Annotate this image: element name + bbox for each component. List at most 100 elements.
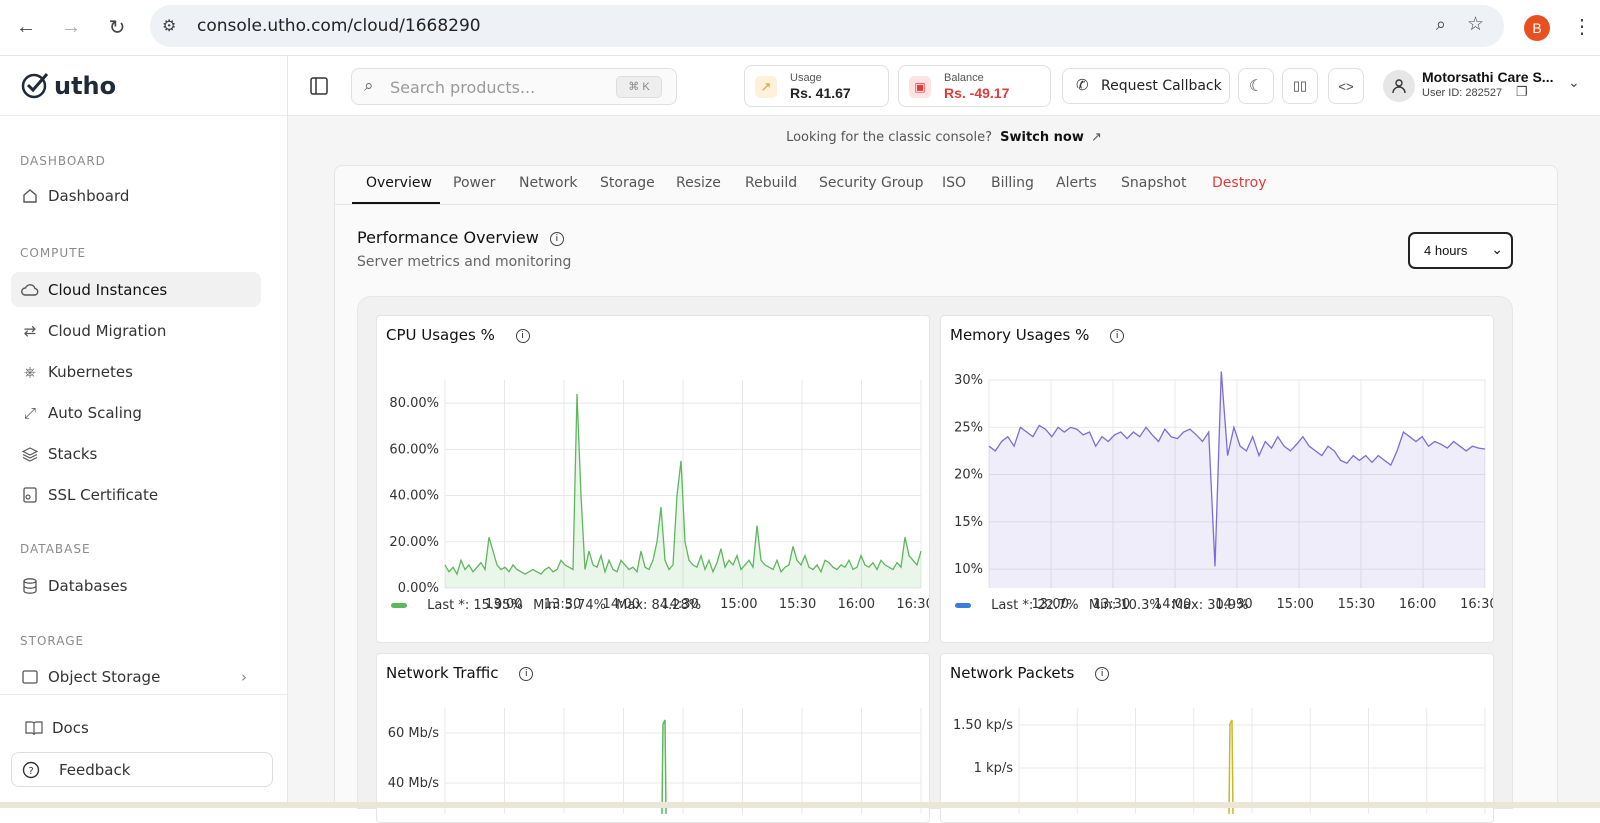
api-button[interactable]: <>	[1328, 68, 1364, 104]
sidebar-item-cloud-migration[interactable]: ⇄ Cloud Migration	[11, 313, 261, 348]
search-input[interactable]: ⌕ Search products... ⌘ K	[351, 68, 677, 105]
network-traffic-plot[interactable]: 60 Mb/s 40 Mb/s	[377, 684, 929, 814]
phone-icon: ✆	[1076, 77, 1089, 94]
balance-label: Balance	[944, 72, 984, 84]
feedback-button[interactable]: ? Feedback	[11, 752, 273, 787]
sidebar-item-databases[interactable]: Databases	[11, 568, 261, 603]
memory-chart-plot[interactable]: 10%15%20%25%30%13:00 13:30 14:00 14:30 15:00…	[941, 346, 1493, 636]
sidebar-item-ssl-certificate[interactable]: SSL Certificate	[11, 477, 261, 512]
section-compute: COMPUTE	[20, 246, 87, 260]
cpu-chart-card: CPU Usages % i 0.00% 20.00% 40.00% 60.00% 80…	[376, 315, 930, 643]
sidebar-item-stacks[interactable]: Stacks	[11, 436, 261, 471]
classic-console-notice: Looking for the classic console? Switch …	[288, 116, 1600, 160]
kubernetes-icon: ⎈	[23, 362, 36, 381]
reload-icon[interactable]: ↻	[101, 11, 133, 43]
y-tick-label: 60 Mb/s	[388, 726, 440, 741]
sidebar-toggle-icon[interactable]	[310, 77, 328, 100]
sidebar-item-kubernetes[interactable]: ⎈ Kubernetes	[11, 354, 261, 389]
docs-link[interactable]: Docs	[15, 710, 265, 745]
search-placeholder: Search products...	[390, 78, 536, 97]
network-packets-plot[interactable]: 1.50 kp/s 1 kp/s	[941, 684, 1493, 814]
x-tick-label: 15:00	[720, 597, 757, 612]
usage-value: Rs. 41.67	[790, 85, 851, 101]
url-text: console.utho.com/cloud/1668290	[197, 16, 481, 36]
tab-iso[interactable]: ISO	[942, 175, 966, 191]
app-header: ⌕ Search products... ⌘ K ↗ Usage Rs. 41.…	[288, 56, 1600, 116]
sidebar-item-auto-scaling[interactable]: ⤢ Auto Scaling	[11, 395, 261, 430]
info-icon[interactable]: i	[515, 328, 530, 343]
tab-billing[interactable]: Billing	[991, 175, 1034, 191]
tab-destroy[interactable]: Destroy	[1212, 175, 1266, 191]
usage-label: Usage	[790, 72, 822, 84]
memory-chart-title: Memory Usages % i	[950, 326, 1125, 344]
y-tick-label: 15%	[954, 515, 983, 530]
y-tick-label: 1.50 kp/s	[953, 718, 1013, 733]
site-info-icon[interactable]: ⚙	[162, 16, 176, 36]
info-icon[interactable]: i	[519, 666, 534, 681]
scaling-icon: ⤢	[23, 403, 36, 422]
cloud-icon	[20, 280, 40, 300]
home-icon	[20, 186, 40, 206]
help-circle-icon: ?	[21, 760, 41, 780]
tab-power[interactable]: Power	[453, 175, 495, 191]
tab-snapshot[interactable]: Snapshot	[1121, 175, 1186, 191]
tab-resize[interactable]: Resize	[676, 175, 721, 191]
memory-chart-card: Memory Usages % i 10% 15% 20% 25% 30% 13:00 13…	[940, 315, 1494, 643]
address-bar[interactable]: ⚙ console.utho.com/cloud/1668290 ⌕ ☆	[150, 5, 1504, 47]
tab-storage[interactable]: Storage	[600, 175, 655, 191]
search-icon: ⌕	[364, 76, 374, 95]
cpu-legend-swatch	[391, 603, 407, 608]
sidebar-item-cloud-instances[interactable]: Cloud Instances	[11, 272, 261, 307]
y-tick-label: 40.00%	[389, 489, 439, 504]
instance-tabs: Overview Power Network Storage Resize Re…	[335, 166, 1557, 205]
instance-card: Overview Power Network Storage Resize Re…	[334, 165, 1558, 823]
shortcut-badge: ⌘ K	[616, 76, 662, 98]
y-tick-label: 10%	[954, 562, 983, 577]
logo-text: utho	[54, 72, 117, 100]
tab-rebuild[interactable]: Rebuild	[745, 175, 797, 191]
profile-avatar[interactable]: B	[1524, 15, 1550, 41]
docs-button[interactable]: ▯▯	[1282, 68, 1318, 104]
sidebar-item-label: Kubernetes	[48, 362, 133, 381]
info-icon[interactable]: i	[1110, 328, 1125, 343]
info-icon[interactable]: i	[1095, 666, 1110, 681]
x-tick-label: 16:00	[1399, 597, 1436, 612]
browser-menu-icon[interactable]: ⋮	[1572, 14, 1592, 39]
memory-max: Max: 30.9%	[1171, 598, 1249, 613]
tab-security-group[interactable]: Security Group	[819, 175, 924, 191]
trend-up-icon: ↗	[755, 76, 777, 98]
copy-icon[interactable]: ❐	[1516, 84, 1528, 100]
bookmark-star-icon[interactable]: ☆	[1467, 13, 1484, 36]
switch-now-link[interactable]: Switch now	[1000, 130, 1084, 145]
section-database: DATABASE	[20, 542, 91, 556]
x-tick-label: 16:30	[896, 597, 929, 612]
x-tick-label: 16:30	[1460, 597, 1493, 612]
dark-mode-toggle[interactable]: ☾	[1238, 68, 1274, 104]
sidebar-item-label: Stacks	[48, 444, 98, 463]
zoom-icon[interactable]: ⌕	[1436, 14, 1446, 35]
code-icon: <>	[1338, 78, 1354, 94]
time-range-select[interactable]: 4 hours ⌄	[1408, 232, 1513, 269]
forward-icon[interactable]: →	[55, 11, 87, 43]
sidebar-item-dashboard[interactable]: Dashboard	[11, 178, 261, 213]
user-avatar[interactable]	[1383, 70, 1415, 102]
notice-text: Looking for the classic console?	[786, 130, 992, 145]
usage-pill[interactable]: ↗ Usage Rs. 41.67	[744, 65, 889, 107]
network-packets-card: Network Packets i 1.50 kp/s 1 kp/s	[940, 653, 1494, 823]
tab-alerts[interactable]: Alerts	[1056, 175, 1097, 191]
x-tick-label: 15:00	[1276, 597, 1313, 612]
performance-title: Performance Overview i	[357, 228, 564, 247]
tab-overview[interactable]: Overview	[366, 175, 432, 191]
cpu-max: Max: 84.28%	[616, 598, 702, 613]
layers-icon	[20, 444, 40, 464]
sidebar-item-object-storage[interactable]: Object Storage ›	[11, 659, 261, 694]
network-traffic-title-text: Network Traffic	[386, 664, 499, 682]
back-icon[interactable]: ←	[10, 11, 42, 43]
external-link-icon: ↗	[1091, 130, 1102, 145]
request-callback-button[interactable]: ✆ Request Callback	[1062, 68, 1230, 104]
cpu-chart-plot[interactable]: 0.00%20.00%40.00%60.00%80.00%13:00 13:30 1…	[377, 346, 929, 636]
chevron-down-icon[interactable]: ⌄	[1568, 74, 1580, 91]
balance-pill[interactable]: ▣ Balance Rs. -49.17	[898, 65, 1051, 107]
tab-network[interactable]: Network	[519, 175, 577, 191]
info-icon[interactable]: i	[549, 231, 564, 246]
